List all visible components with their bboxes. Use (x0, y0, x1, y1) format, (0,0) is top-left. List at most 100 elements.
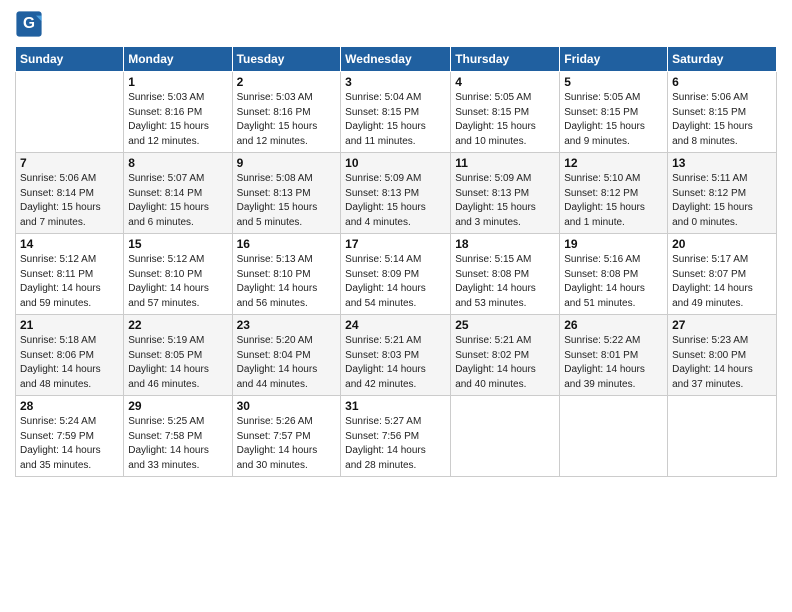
day-cell (451, 396, 560, 477)
day-info: Sunrise: 5:09 AM Sunset: 8:13 PM Dayligh… (455, 172, 555, 230)
day-cell (560, 396, 668, 477)
week-row-5: 28 Sunrise: 5:24 AM Sunset: 7:59 PM Dayli… (16, 396, 777, 477)
logo-icon: G (15, 10, 43, 38)
day-number: 14 (20, 237, 119, 251)
day-number: 7 (20, 156, 119, 170)
day-cell: 8Sunrise: 5:07 AM Sunset: 8:14 PM Daylig… (124, 153, 232, 234)
day-cell: 7 Sunrise: 5:06 AM Sunset: 8:14 PM Daylig… (16, 153, 124, 234)
day-cell: 13Sunrise: 5:11 AM Sunset: 8:12 PM Dayli… (668, 153, 777, 234)
day-number: 25 (455, 318, 555, 332)
column-header-friday: Friday (560, 47, 668, 72)
day-number: 10 (345, 156, 446, 170)
day-info: Sunrise: 5:13 AM Sunset: 8:10 PM Dayligh… (237, 253, 337, 311)
day-cell: 26Sunrise: 5:22 AM Sunset: 8:01 PM Dayli… (560, 315, 668, 396)
day-number: 28 (20, 399, 119, 413)
day-number: 6 (672, 75, 772, 89)
day-number: 9 (237, 156, 337, 170)
day-info: Sunrise: 5:21 AM Sunset: 8:03 PM Dayligh… (345, 334, 446, 392)
day-info: Sunrise: 5:12 AM Sunset: 8:11 PM Dayligh… (20, 253, 119, 311)
day-cell: 20 Sunrise: 5:17 AM Sunset: 8:07 PM Dayli… (668, 234, 777, 315)
day-cell: 27 Sunrise: 5:23 AM Sunset: 8:00 PM Dayli… (668, 315, 777, 396)
day-cell: 10Sunrise: 5:09 AM Sunset: 8:13 PM Dayli… (341, 153, 451, 234)
column-header-thursday: Thursday (451, 47, 560, 72)
day-info: Sunrise: 5:04 AM Sunset: 8:15 PM Dayligh… (345, 91, 446, 149)
day-number: 4 (455, 75, 555, 89)
day-number: 27 (672, 318, 772, 332)
svg-text:G: G (23, 15, 35, 32)
column-header-saturday: Saturday (668, 47, 777, 72)
day-number: 13 (672, 156, 772, 170)
day-number: 26 (564, 318, 663, 332)
day-cell: 25 Sunrise: 5:21 AM Sunset: 8:02 PM Dayli… (451, 315, 560, 396)
calendar-body: 1 Sunrise: 5:03 AM Sunset: 8:16 PM Daylig… (16, 72, 777, 477)
day-cell: 3 Sunrise: 5:04 AM Sunset: 8:15 PM Daylig… (341, 72, 451, 153)
calendar-table: SundayMondayTuesdayWednesdayThursdayFrid… (15, 46, 777, 477)
calendar-header-row: SundayMondayTuesdayWednesdayThursdayFrid… (16, 47, 777, 72)
day-cell: 14 Sunrise: 5:12 AM Sunset: 8:11 PM Dayli… (16, 234, 124, 315)
day-info: Sunrise: 5:05 AM Sunset: 8:15 PM Dayligh… (564, 91, 663, 149)
day-info: Sunrise: 5:03 AM Sunset: 8:16 PM Dayligh… (237, 91, 337, 149)
week-row-2: 7 Sunrise: 5:06 AM Sunset: 8:14 PM Daylig… (16, 153, 777, 234)
day-number: 2 (237, 75, 337, 89)
day-cell: 17Sunrise: 5:14 AM Sunset: 8:09 PM Dayli… (341, 234, 451, 315)
day-cell: 23 Sunrise: 5:20 AM Sunset: 8:04 PM Dayli… (232, 315, 341, 396)
day-number: 23 (237, 318, 337, 332)
day-info: Sunrise: 5:17 AM Sunset: 8:07 PM Dayligh… (672, 253, 772, 311)
day-cell: 19 Sunrise: 5:16 AM Sunset: 8:08 PM Dayli… (560, 234, 668, 315)
day-cell: 12Sunrise: 5:10 AM Sunset: 8:12 PM Dayli… (560, 153, 668, 234)
day-cell: 29 Sunrise: 5:25 AM Sunset: 7:58 PM Dayli… (124, 396, 232, 477)
day-number: 17 (345, 237, 446, 251)
day-number: 21 (20, 318, 119, 332)
page-container: G SundayMondayTuesdayWednesdayThursdayFr… (0, 0, 792, 487)
day-cell (16, 72, 124, 153)
day-number: 31 (345, 399, 446, 413)
day-info: Sunrise: 5:21 AM Sunset: 8:02 PM Dayligh… (455, 334, 555, 392)
day-cell: 11 Sunrise: 5:09 AM Sunset: 8:13 PM Dayli… (451, 153, 560, 234)
day-info: Sunrise: 5:06 AM Sunset: 8:14 PM Dayligh… (20, 172, 119, 230)
day-cell: 2 Sunrise: 5:03 AM Sunset: 8:16 PM Daylig… (232, 72, 341, 153)
day-number: 30 (237, 399, 337, 413)
day-cell: 30 Sunrise: 5:26 AM Sunset: 7:57 PM Dayli… (232, 396, 341, 477)
week-row-3: 14 Sunrise: 5:12 AM Sunset: 8:11 PM Dayli… (16, 234, 777, 315)
day-cell: 4Sunrise: 5:05 AM Sunset: 8:15 PM Daylig… (451, 72, 560, 153)
day-cell: 9 Sunrise: 5:08 AM Sunset: 8:13 PM Daylig… (232, 153, 341, 234)
day-info: Sunrise: 5:06 AM Sunset: 8:15 PM Dayligh… (672, 91, 772, 149)
day-cell: 24 Sunrise: 5:21 AM Sunset: 8:03 PM Dayli… (341, 315, 451, 396)
day-info: Sunrise: 5:24 AM Sunset: 7:59 PM Dayligh… (20, 415, 119, 473)
day-info: Sunrise: 5:19 AM Sunset: 8:05 PM Dayligh… (128, 334, 227, 392)
day-info: Sunrise: 5:03 AM Sunset: 8:16 PM Dayligh… (128, 91, 227, 149)
day-info: Sunrise: 5:18 AM Sunset: 8:06 PM Dayligh… (20, 334, 119, 392)
day-info: Sunrise: 5:27 AM Sunset: 7:56 PM Dayligh… (345, 415, 446, 473)
day-cell: 16Sunrise: 5:13 AM Sunset: 8:10 PM Dayli… (232, 234, 341, 315)
day-number: 15 (128, 237, 227, 251)
day-number: 22 (128, 318, 227, 332)
logo: G (15, 10, 47, 38)
day-number: 5 (564, 75, 663, 89)
day-number: 29 (128, 399, 227, 413)
day-info: Sunrise: 5:08 AM Sunset: 8:13 PM Dayligh… (237, 172, 337, 230)
day-info: Sunrise: 5:16 AM Sunset: 8:08 PM Dayligh… (564, 253, 663, 311)
day-number: 24 (345, 318, 446, 332)
day-number: 3 (345, 75, 446, 89)
column-header-sunday: Sunday (16, 47, 124, 72)
day-number: 1 (128, 75, 227, 89)
day-cell: 28 Sunrise: 5:24 AM Sunset: 7:59 PM Dayli… (16, 396, 124, 477)
day-cell: 18Sunrise: 5:15 AM Sunset: 8:08 PM Dayli… (451, 234, 560, 315)
day-cell: 5 Sunrise: 5:05 AM Sunset: 8:15 PM Daylig… (560, 72, 668, 153)
day-info: Sunrise: 5:10 AM Sunset: 8:12 PM Dayligh… (564, 172, 663, 230)
day-number: 19 (564, 237, 663, 251)
page-header: G (15, 10, 777, 38)
day-info: Sunrise: 5:12 AM Sunset: 8:10 PM Dayligh… (128, 253, 227, 311)
day-cell: 21 Sunrise: 5:18 AM Sunset: 8:06 PM Dayli… (16, 315, 124, 396)
day-info: Sunrise: 5:25 AM Sunset: 7:58 PM Dayligh… (128, 415, 227, 473)
day-info: Sunrise: 5:23 AM Sunset: 8:00 PM Dayligh… (672, 334, 772, 392)
day-cell (668, 396, 777, 477)
week-row-4: 21 Sunrise: 5:18 AM Sunset: 8:06 PM Dayli… (16, 315, 777, 396)
column-header-tuesday: Tuesday (232, 47, 341, 72)
day-cell: 15 Sunrise: 5:12 AM Sunset: 8:10 PM Dayli… (124, 234, 232, 315)
day-number: 11 (455, 156, 555, 170)
day-number: 20 (672, 237, 772, 251)
day-number: 8 (128, 156, 227, 170)
day-info: Sunrise: 5:20 AM Sunset: 8:04 PM Dayligh… (237, 334, 337, 392)
day-info: Sunrise: 5:26 AM Sunset: 7:57 PM Dayligh… (237, 415, 337, 473)
